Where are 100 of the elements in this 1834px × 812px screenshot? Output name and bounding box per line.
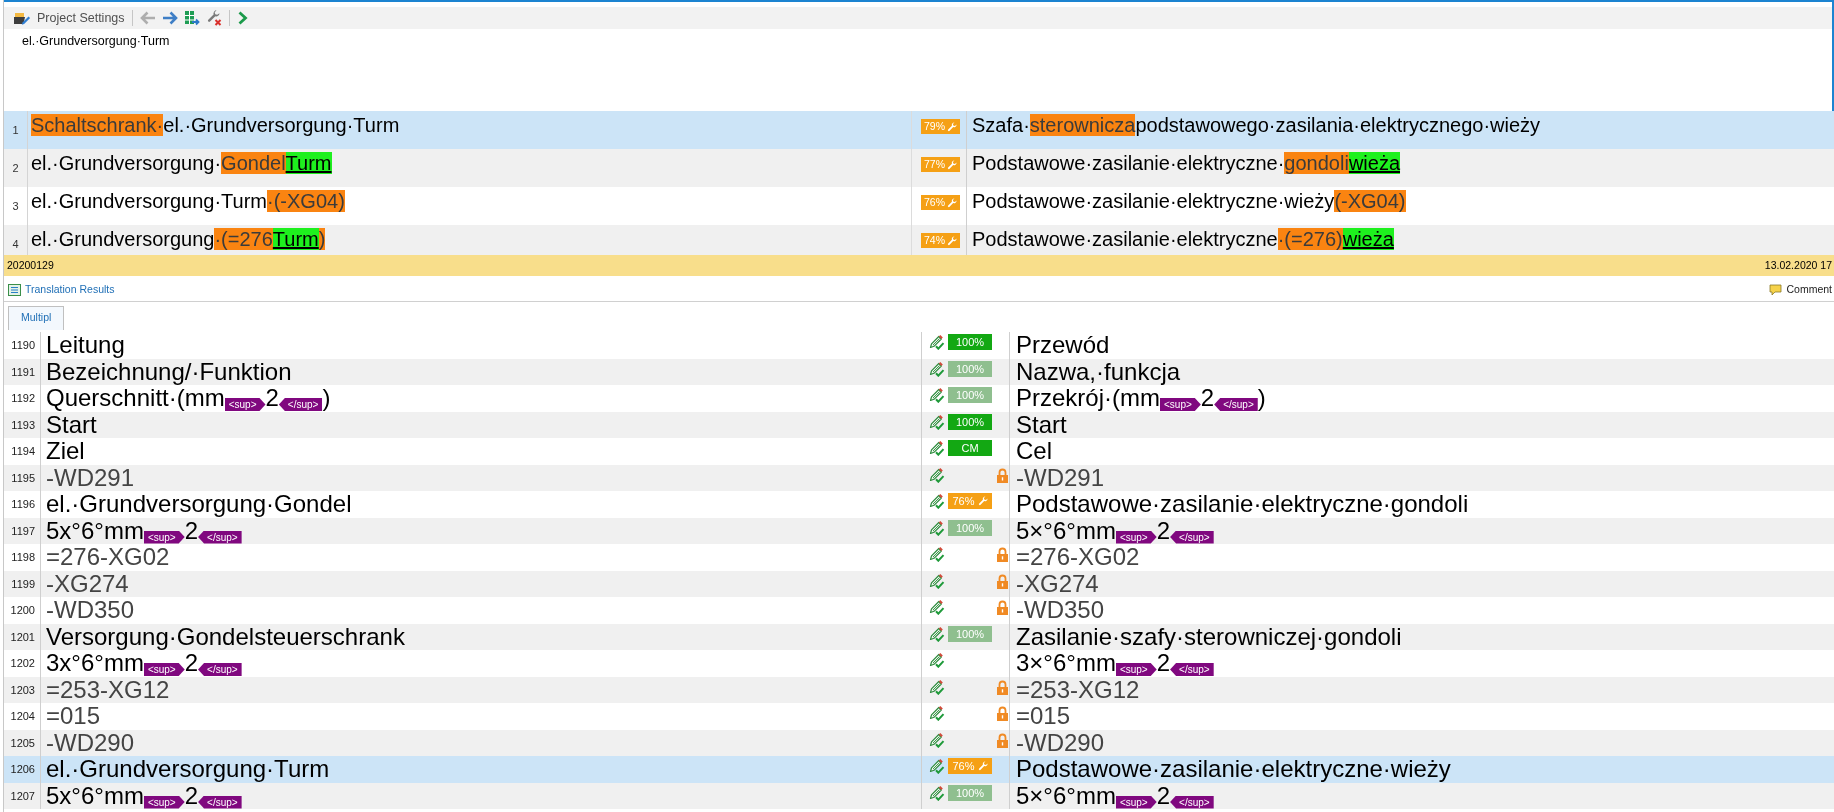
inline-tag: </sup> (198, 663, 242, 676)
segment-row[interactable]: 1191 Bezeichnung/·Funktion 100% Nazwa,·funkcja (4, 358, 1834, 385)
segment-number: 1196 (4, 491, 41, 518)
segment-number: 1193 (4, 411, 41, 438)
segment-row[interactable]: 1195 -WD291 -WD291 (4, 464, 1834, 491)
target-text: -WD291 (1016, 463, 1105, 491)
chevron-right-icon (236, 11, 248, 25)
status-badge: 100% (948, 625, 992, 642)
source-text: -WD291 (46, 463, 135, 491)
source-text: Bezeichnung/·Funktion (46, 357, 292, 385)
pencil-check-icon (929, 599, 945, 615)
status-badge: 100% (948, 519, 992, 536)
pencil-check-icon (929, 360, 945, 377)
date-text: 13.02.2020 17 (1764, 257, 1832, 273)
source-text: -WD290 (46, 728, 135, 756)
pencil-check-icon (929, 572, 945, 589)
target-text: Podstawowe·zasilanie·elektryczne·wieży(-XG04) (972, 190, 1406, 212)
source-text: Leitung (46, 331, 125, 358)
source-text: Querschnitt·(mm (46, 384, 225, 411)
segment-row[interactable]: 1207 5x°6°mm <sup> 2 </sup> 100% 5×°6°mm <sup> 2 </sup> (4, 782, 1834, 809)
segment-row[interactable]: 1193 Start 100% Start (4, 411, 1834, 438)
segment-number: 1206 (4, 756, 41, 783)
target-text: -XG274 (1016, 569, 1099, 597)
segment-row[interactable]: 1203 =253-XG12 =253-XG12 (4, 676, 1834, 703)
segment-row[interactable]: 1194 Ziel CM Cel (4, 438, 1834, 465)
target-text: 2 (1156, 516, 1171, 544)
segment-number: 1199 (4, 570, 41, 597)
segment-row[interactable]: 1192 Querschnitt·(mm <sup> 2 </sup> ) 100% Przekrój·(mm <sup> 2 </sup> ) (4, 385, 1834, 412)
inline-tag: </sup> (1170, 795, 1214, 809)
table-arrow-icon (183, 10, 200, 26)
document-tab[interactable]: Multipl (8, 306, 65, 330)
segment-row[interactable]: 1197 5x°6°mm <sup> 2 </sup> 100% 5×°6°mm <sup> 2 </sup> (4, 517, 1834, 544)
inline-tag: <sup> (1115, 530, 1157, 544)
segment-number: 1202 (4, 650, 41, 677)
wrench-icon (947, 159, 957, 170)
inline-tag: <sup> (143, 663, 185, 676)
source-text: -WD350 (46, 596, 135, 623)
segment-row[interactable]: 1190 Leitung 100% Przewód (4, 332, 1834, 359)
segment-row[interactable]: 1206 el.·Grundversorgung·Turm 76% Podstawowe·zasilanie·elektryczne·wieży (4, 756, 1834, 783)
status-badge: 100% (948, 413, 992, 430)
target-text: Podstawowe·zasilanie·elektryczne·wieży (1016, 755, 1451, 782)
match-score: 74% (924, 233, 945, 248)
pencil-check-icon (929, 678, 945, 695)
segment-row[interactable]: 1200 -WD350 -WD350 (4, 597, 1834, 624)
target-text: 3×°6°mm (1016, 649, 1116, 676)
inline-tag: <sup> (143, 795, 185, 809)
pencil-check-icon (929, 731, 945, 748)
match-score: 76% (952, 494, 975, 509)
inline-tag: </sup> (1170, 663, 1214, 676)
segment-row[interactable]: 1202 3x°6°mm <sup> 2 </sup> 3×°6°mm <sup> 2 </sup> (4, 650, 1834, 677)
target-text: Start (1016, 410, 1067, 438)
source-text: ) (322, 384, 331, 411)
source-text: =253-XG12 (46, 675, 170, 703)
inline-tag: </sup> (198, 795, 242, 809)
inline-tag: </sup> (1214, 398, 1258, 411)
target-text: Zasilanie·szafy·sterowniczej·gondoli (1016, 622, 1402, 650)
segment-row[interactable]: 1196 el.·Grundversorgung·Gondel 76% Podstawowe·zasilanie·elektryczne·gondoli (4, 491, 1834, 518)
pencil-check-icon (929, 546, 945, 562)
inline-tag: <sup> (224, 398, 266, 411)
speech-bubble-icon (1769, 283, 1783, 296)
source-text: -XG274 (46, 569, 129, 597)
status-badge: 100% (948, 334, 992, 350)
target-text: Podstawowe·zasilanie·elektryczne·gondoli (1016, 490, 1469, 517)
match-score: 79% (924, 119, 945, 134)
source-text: =015 (46, 702, 101, 729)
inline-tag: <sup> (1160, 398, 1201, 411)
segment-row[interactable]: 1201 Versorgung·Gondelsteuerschrank 100% Zasilanie·szafy·sterowniczej·gondoli (4, 623, 1834, 650)
source-text: el.·Grundversorgung·GondelTurm (31, 152, 332, 174)
wrench-icon (947, 235, 957, 246)
result-row[interactable]: 4 el.·Grundversorgung·(=276Turm) 74% Podstawowe·zasilanie·elektryczne·(=276)wieża (4, 225, 1834, 255)
pencil-check-icon (929, 440, 945, 456)
pencil-check-icon (929, 652, 945, 668)
project-settings-button[interactable]: Project Settings (10, 7, 128, 29)
segment-number: 1203 (4, 676, 41, 703)
pencil-check-icon (929, 334, 945, 350)
target-text: Przewód (1016, 331, 1110, 358)
pencil-check-icon (929, 625, 945, 642)
target-text: -WD290 (1016, 728, 1105, 756)
target-text: Przekrój·(mm (1016, 384, 1160, 411)
segment-number: 1194 (4, 438, 41, 465)
wrench-cross-icon (205, 10, 222, 26)
target-text: Cel (1016, 437, 1052, 464)
pencil-check-icon (929, 493, 945, 509)
segment-number: 1207 (4, 782, 41, 809)
source-text: Schaltschrank·el.·Grundversorgung·Turm (31, 114, 400, 136)
segment-number: 1192 (4, 385, 41, 412)
panel-tab[interactable]: Comment (1767, 281, 1834, 298)
segment-id-text: 20200129 (7, 257, 54, 273)
segment-row[interactable]: 1198 =276-XG02 =276-XG02 (4, 544, 1834, 571)
result-row[interactable]: 2 el.·Grundversorgung·GondelTurm 77% Podstawowe·zasilanie·elektryczne·gondoliwieża (4, 149, 1834, 187)
panel-tab[interactable]: Translation Results (6, 281, 117, 298)
target-text: Podstawowe·zasilanie·elektryczne·gondoliwieża (972, 152, 1400, 174)
pencil-check-icon (929, 784, 945, 801)
segment-number: 1200 (4, 597, 41, 624)
segment-row[interactable]: 1199 -XG274 -XG274 (4, 570, 1834, 597)
segment-row[interactable]: 1204 =015 =015 (4, 703, 1834, 730)
segment-row[interactable]: 1205 -WD290 -WD290 (4, 729, 1834, 756)
target-text: =253-XG12 (1016, 675, 1140, 703)
inline-tag: <sup> (1115, 663, 1157, 676)
target-text: =276-XG02 (1016, 543, 1140, 570)
